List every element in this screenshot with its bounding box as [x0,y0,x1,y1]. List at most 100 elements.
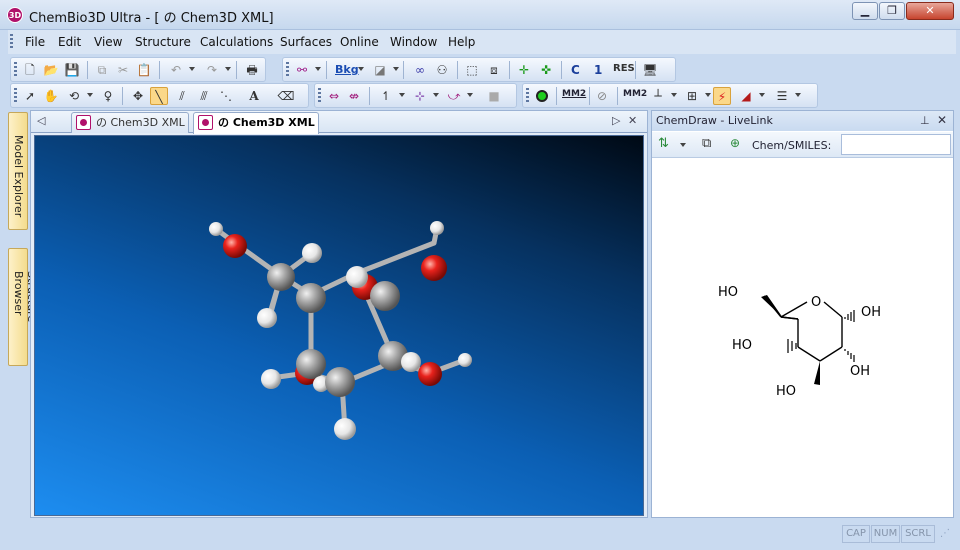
menu-help[interactable]: Help [448,35,475,49]
graph-icon[interactable]: ◢ [737,87,755,105]
move-objects-icon[interactable]: ✥ [129,87,147,105]
display-mode-dropdown-icon[interactable] [315,67,321,71]
hydrogen-atom[interactable] [401,352,421,372]
orient-y-icon[interactable]: ⇎ [345,87,363,105]
move-v-icon[interactable]: ✜ [537,61,555,79]
tab-chem3d-xml-2[interactable]: の Chem3D XML [193,112,319,134]
show-serial-button[interactable]: 1 [594,63,602,77]
toolbar-grip-icon[interactable] [318,88,321,104]
box-icon[interactable]: ⬚ [463,61,481,79]
graph-dropdown-icon[interactable] [759,93,765,97]
restore-button[interactable]: ❐ [879,2,905,20]
show-carbon-button[interactable]: C [571,63,580,77]
sync-dropdown-icon[interactable] [680,143,686,147]
single-bond-tool-icon[interactable]: ╲ [150,87,168,105]
redo-icon[interactable]: ↷ [203,61,221,79]
model-display-mode-icon[interactable]: ⚯ [293,61,311,79]
menu-online[interactable]: Online [340,35,379,49]
table-dropdown-icon[interactable] [705,93,711,97]
menu-view[interactable]: View [94,35,122,49]
monitor-icon[interactable]: 🖥 [641,61,659,79]
chemdraw-structure-canvas[interactable]: HO O OH HO OH HO [652,159,953,517]
select-arrow-icon[interactable]: ➚ [21,87,39,105]
menu-window[interactable]: Window [390,35,437,49]
stereo-view-icon[interactable]: ∞ [411,61,429,79]
toolbar-grip-icon[interactable] [14,62,17,78]
hydrogen-atom[interactable] [302,243,322,263]
eraser-icon[interactable]: ⌫ [277,87,295,105]
move-m-icon[interactable]: ✛ [515,61,533,79]
flash-icon[interactable]: ⚡ [713,87,731,105]
chem3d-app-icon[interactable]: 3D [7,7,23,23]
oxygen-atom[interactable] [418,362,442,386]
lines-dropdown-icon[interactable] [795,93,801,97]
ruler-icon[interactable]: ┴ [649,87,667,105]
close-tab-icon[interactable]: ✕ [628,114,637,127]
menubar-grip-icon[interactable] [10,34,13,50]
spin-icon[interactable]: ♀ [99,87,117,105]
dihedral-icon[interactable]: ⤻ [445,87,463,105]
cut-icon[interactable]: ✂ [114,61,132,79]
hydrogen-atom[interactable] [430,221,444,235]
hydrogen-atom[interactable] [261,369,281,389]
hydrogen-atom[interactable] [346,266,368,288]
model-explorer-tab[interactable]: Model Explorer [8,112,28,230]
minimize-button[interactable]: ▁ [852,2,878,20]
carbon-atom[interactable] [296,349,326,379]
mm2-minimize-button[interactable]: MM2 [562,89,586,99]
oxygen-atom[interactable] [223,234,247,258]
print-icon[interactable]: 🖶 [243,61,261,79]
add-structure-icon[interactable]: ⊕ [730,136,740,150]
open-folder-icon[interactable]: 📂 [42,61,60,79]
effect-dropdown-icon[interactable] [393,67,399,71]
close-button[interactable]: ✕ [906,2,954,20]
oxygen-atom[interactable] [421,255,447,281]
table-icon[interactable]: ⊞ [683,87,701,105]
carbon-atom[interactable] [370,281,400,311]
resize-grip-icon[interactable]: ⋰ [940,528,950,539]
tab-scroll-right-icon[interactable]: ▷ [612,114,620,127]
carbon-atom[interactable] [296,283,326,313]
orient-x-icon[interactable]: ⇔ [325,87,343,105]
tab-scroll-left-icon[interactable]: ◁ [37,114,45,127]
menu-surfaces[interactable]: Surfaces [280,35,332,49]
structure-browser-tab[interactable]: Structure Browser [8,248,38,366]
show-residue-button[interactable]: RES [613,63,635,74]
stereo-pair-icon[interactable]: ⚇ [433,61,451,79]
undo-icon[interactable]: ↶ [167,61,185,79]
save-icon[interactable]: 💾 [63,61,81,79]
green-atom-icon[interactable] [533,87,551,105]
hydrogen-atom[interactable] [209,222,223,236]
hydrogen-atom[interactable] [334,418,356,440]
text-tool-icon[interactable]: A [245,87,263,105]
rotate-dropdown-icon[interactable] [87,93,93,97]
menu-calculations[interactable]: Calculations [200,35,273,49]
perspective-icon[interactable]: ⧈ [485,61,503,79]
menu-file[interactable]: File [25,35,45,49]
hide-icon[interactable]: ⊘ [593,87,611,105]
measure-icon[interactable]: ⊹ [411,87,429,105]
align-axis-icon[interactable]: ↿ [377,87,395,105]
hydrogen-atom[interactable] [458,353,472,367]
menu-structure[interactable]: Structure [135,35,191,49]
copy-icon[interactable]: ⧉ [93,61,111,79]
tab-chem3d-xml-1[interactable]: の Chem3D XML [71,112,189,133]
toolbar-grip-icon[interactable] [286,62,289,78]
dihedral-dropdown-icon[interactable] [467,93,473,97]
align-dropdown-icon[interactable] [399,93,405,97]
mm2-dynamics-button[interactable]: MM2 [623,89,647,99]
double-bond-tool-icon[interactable]: ⫽ [173,87,191,105]
background-dropdown-icon[interactable] [358,67,364,71]
carbon-atom[interactable] [267,263,295,291]
copy-structure-icon[interactable]: ⧉ [702,136,711,151]
paste-icon[interactable]: 📋 [135,61,153,79]
triple-bond-tool-icon[interactable]: ⫻ [195,87,213,105]
undo-dropdown-icon[interactable] [189,67,195,71]
rotate-icon[interactable]: ⟲ [65,87,83,105]
panel-close-icon[interactable]: ✕ [937,113,947,127]
redo-dropdown-icon[interactable] [225,67,231,71]
ruler-dropdown-icon[interactable] [671,93,677,97]
lines-icon[interactable]: ☰ [773,87,791,105]
menu-edit[interactable]: Edit [58,35,81,49]
toolbar-grip-icon[interactable] [526,88,529,104]
